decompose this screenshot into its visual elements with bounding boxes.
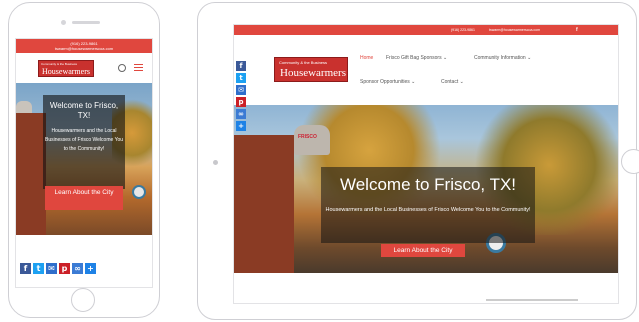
facebook-icon[interactable]: f	[236, 61, 246, 71]
logo-tagline: Community & the Business	[41, 62, 78, 66]
top-contact-bar: (916) 223-9861 tswarm@housewarmerscoa.co…	[234, 25, 618, 35]
brick-building-image	[234, 135, 294, 273]
water-tower-image	[294, 125, 330, 155]
phone-device: (916) 223-9861 tswarm@housewarmerscoa.co…	[8, 2, 160, 318]
site-header: Community & the Business Housewarmers Ho…	[234, 35, 618, 105]
tablet-device: (916) 223-9861 tswarm@housewarmerscoa.co…	[197, 2, 639, 320]
nav-home[interactable]: Home	[360, 55, 373, 61]
email-address[interactable]: tswarm@housewarmerscoa.com	[16, 46, 152, 51]
hero-title: Welcome to Frisco, TX!	[339, 175, 517, 194]
facebook-icon[interactable]: f	[20, 263, 31, 274]
share-bar: f t ✉ p ∞ +	[20, 263, 96, 274]
logo-text: Housewarmers	[280, 67, 346, 79]
learn-about-city-button[interactable]: Learn About the City	[381, 244, 465, 257]
learn-about-city-button[interactable]: Learn About the City	[45, 186, 123, 210]
logo-tagline: Community & the Business	[279, 60, 328, 65]
hero-title: Welcome to Frisco, TX!	[49, 101, 119, 120]
plus-icon[interactable]: +	[85, 263, 96, 274]
nav-sponsor-opportunities[interactable]: Sponsor Opportunities ⌄	[360, 79, 415, 85]
twitter-icon[interactable]: t	[33, 263, 44, 274]
email-icon[interactable]: ✉	[46, 263, 57, 274]
tablet-camera	[213, 160, 218, 165]
nav-gift-bag-sponsors[interactable]: Frisco Gift Bag Sponsors ⌄	[386, 55, 447, 61]
search-icon[interactable]	[118, 64, 126, 72]
phone-number[interactable]: (916) 223-9861	[451, 25, 475, 35]
email-address[interactable]: tswarm@housewarmerscoa.com	[489, 25, 540, 35]
link-icon[interactable]: ∞	[236, 109, 246, 119]
phone-home-button[interactable]	[71, 288, 95, 312]
pinterest-icon[interactable]: p	[236, 97, 246, 107]
phone-speaker	[72, 21, 100, 24]
link-icon[interactable]: ∞	[72, 263, 83, 274]
hero-subtitle: Housewarmers and the Local Businesses of…	[45, 128, 124, 152]
site-logo[interactable]: Community & the Business Housewarmers	[38, 60, 94, 77]
logo-text: Housewarmers	[42, 67, 90, 76]
plus-icon[interactable]: +	[236, 121, 246, 131]
site-logo[interactable]: Community & the Business Housewarmers	[274, 57, 348, 82]
hero-section: Welcome to Frisco, TX! Housewarmers and …	[16, 83, 152, 235]
hero-subtitle: Housewarmers and the Local Businesses of…	[325, 207, 531, 213]
brick-building-image	[16, 113, 46, 235]
water-tower-label: FRISCO	[298, 134, 317, 140]
twitter-icon[interactable]: t	[236, 73, 246, 83]
tablet-screen: (916) 223-9861 tswarm@housewarmerscoa.co…	[233, 24, 619, 304]
phone-camera	[61, 20, 66, 25]
hero-section: FRISCO Welcome to Frisco, TX! Housewarme…	[234, 105, 618, 273]
phone-screen: (916) 223-9861 tswarm@housewarmerscoa.co…	[15, 38, 153, 288]
clock-image	[132, 185, 146, 199]
tablet-home-button[interactable]	[621, 149, 639, 174]
hamburger-menu-icon[interactable]	[134, 64, 143, 73]
site-header: Community & the Business Housewarmers	[16, 53, 152, 84]
share-sidebar: f t ✉ p ∞ +	[236, 61, 246, 131]
email-icon[interactable]: ✉	[236, 85, 246, 95]
pinterest-icon[interactable]: p	[59, 263, 70, 274]
footer-divider	[486, 299, 578, 301]
page-footer	[234, 273, 618, 303]
nav-community-information[interactable]: Community Information ⌄	[474, 55, 531, 61]
top-contact-bar: (916) 223-9861 tswarm@housewarmerscoa.co…	[16, 39, 152, 53]
nav-contact[interactable]: Contact ⌄	[441, 79, 464, 85]
facebook-icon[interactable]: f	[576, 25, 578, 35]
